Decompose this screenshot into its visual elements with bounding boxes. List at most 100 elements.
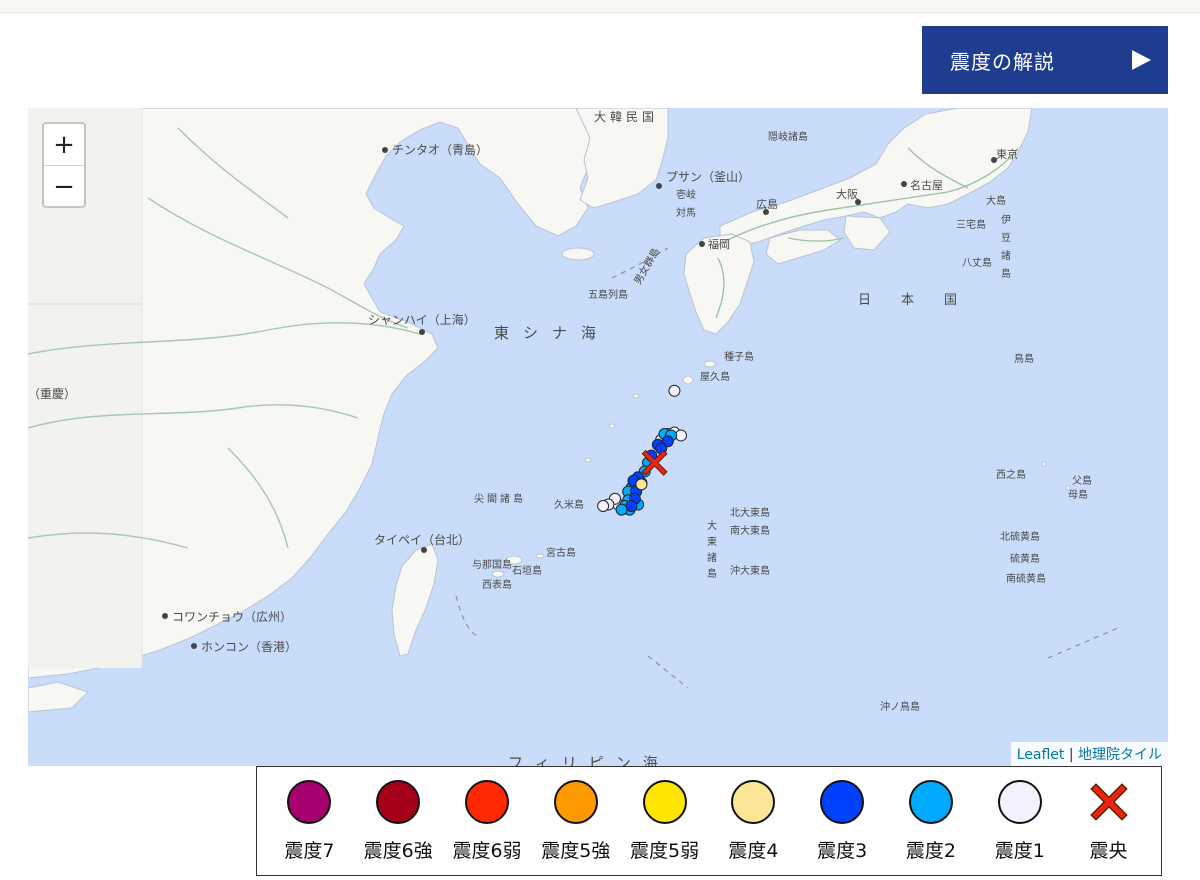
play-arrow-icon — [1132, 50, 1151, 70]
legend-label: 震度7 — [284, 839, 335, 862]
legend-label: 震度4 — [728, 839, 779, 862]
zoom-out-button[interactable]: − — [44, 165, 84, 207]
label-taipei: タイペイ（台北） — [374, 532, 470, 547]
legend-item: 震度5弱 — [622, 779, 708, 863]
label-iki: 壱岐 — [676, 188, 696, 201]
label-izu-oshima: 大島 — [986, 194, 1006, 207]
intensity-6-lower-swatch — [464, 779, 509, 824]
label-iriomote: 西表島 — [482, 578, 512, 591]
intensity-marker[interactable] — [615, 503, 628, 516]
legend-item: 震度7 — [266, 779, 352, 863]
label-korea: 大韓民国 — [594, 110, 658, 124]
label-osaka: 大阪 — [836, 187, 858, 201]
label-kitadaito: 北大東島 — [730, 506, 770, 519]
legend-item: 震度6強 — [355, 779, 441, 863]
legend-item: 震度4 — [710, 779, 796, 863]
legend-item: 震央 — [1066, 780, 1152, 863]
sea-boundaries — [455, 247, 1119, 689]
jeju-land — [561, 247, 595, 261]
label-danjo: 男女群島 — [631, 245, 662, 286]
zoom-control: + − — [42, 122, 86, 208]
legend-item: 震度5強 — [533, 779, 619, 863]
gsi-tiles-link[interactable]: 地理院タイル — [1078, 747, 1162, 763]
label-qingdao: チンタオ（青島） — [392, 142, 488, 157]
legend-label: 震度2 — [905, 839, 957, 862]
shindo-explanation-button[interactable]: 震度の解説 — [922, 26, 1168, 94]
label-hiroshima: 広島 — [756, 197, 778, 211]
label-miyakejima: 三宅島 — [956, 218, 986, 231]
intensity-marker[interactable] — [635, 478, 648, 491]
label-nishinoshima: 西之島 — [996, 468, 1026, 481]
label-philippine-sea: フィリピン海 — [508, 754, 670, 766]
attribution-separator: | — [1068, 747, 1074, 763]
intensity-marker[interactable] — [675, 429, 687, 442]
label-ishigaki: 石垣島 — [512, 564, 542, 577]
intensity-marker[interactable] — [597, 500, 610, 512]
taiwan-land — [391, 543, 439, 657]
legend-label: 震度5強 — [541, 839, 611, 862]
legend-item: 震度1 — [977, 779, 1063, 863]
intensity-marker[interactable] — [625, 500, 638, 512]
legend-item: 震度6弱 — [444, 779, 530, 863]
label-chongqing: （重慶） — [28, 387, 76, 401]
label-chichijima: 父島 — [1072, 474, 1092, 487]
legend-label: 震度6弱 — [452, 839, 522, 862]
label-minamiiwo: 南硫黄島 — [1006, 572, 1046, 585]
label-izu-islands: 伊豆諸島 — [999, 214, 1011, 286]
legend-label: 震央 — [1089, 839, 1128, 862]
intensity-6-upper-swatch — [376, 779, 421, 824]
intensity-5-lower-swatch — [642, 779, 687, 824]
intensity-marker-layer — [597, 384, 687, 516]
zoom-in-button[interactable]: + — [44, 124, 84, 165]
label-shanghai: シャンハイ（上海） — [368, 312, 476, 327]
intensity-1-swatch — [997, 779, 1042, 824]
label-goto: 五島列島 — [588, 288, 628, 301]
label-east-china-sea: 東シナ海 — [494, 324, 610, 342]
map-view[interactable]: 大韓民国 チンタオ（青島） プサン（釜山） シャンハイ（上海） 東シナ海 （重慶… — [28, 108, 1168, 766]
map-basemap: 大韓民国 チンタオ（青島） プサン（釜山） シャンハイ（上海） 東シナ海 （重慶… — [28, 108, 1119, 766]
legend-item: 震度2 — [888, 779, 974, 863]
label-yakushima: 屋久島 — [700, 370, 730, 383]
label-hahajima: 母島 — [1068, 488, 1088, 501]
label-japan: 日本国 — [858, 293, 987, 308]
intensity-legend: 震度7 震度6強 震度6弱 震度5強 震度5弱 震度4 震度3 震度2 震度1 … — [256, 766, 1162, 876]
intensity-5-upper-swatch — [553, 779, 598, 824]
legend-label: 震度3 — [817, 839, 868, 862]
label-busan: プサン（釜山） — [666, 169, 750, 184]
label-iwo: 硫黄島 — [1010, 552, 1040, 565]
label-tokyo: 東京 — [996, 147, 1018, 161]
label-guangzhou: コワンチョウ（広州） — [172, 610, 292, 624]
label-kitaiwo: 北硫黄島 — [1000, 530, 1040, 543]
label-miyako: 宮古島 — [546, 546, 576, 559]
legend-label: 震度1 — [994, 839, 1045, 862]
label-tsushima: 対馬 — [676, 206, 696, 219]
kii-land — [843, 215, 891, 251]
leaflet-link[interactable]: Leaflet — [1017, 747, 1065, 763]
intensity-marker[interactable] — [668, 384, 681, 397]
label-daito-islands: 大東諸島 — [705, 519, 717, 584]
label-nagoya: 名古屋 — [910, 178, 943, 192]
intensity-2-swatch — [908, 779, 953, 824]
epicenter-legend-mark — [1089, 782, 1128, 821]
legend-label: 震度6強 — [363, 839, 433, 862]
label-oki: 隠岐諸島 — [768, 130, 808, 143]
label-kume: 久米島 — [554, 498, 584, 511]
label-hachijojima: 八丈島 — [962, 256, 992, 269]
map-attribution: Leaflet | 地理院タイル — [1010, 742, 1168, 766]
label-fukuoka: 福岡 — [708, 237, 730, 251]
label-minamidaito: 南大東島 — [730, 524, 770, 537]
label-tanegashima: 種子島 — [724, 350, 754, 363]
legend-item: 震度3 — [799, 779, 885, 863]
label-yonaguni: 与那国島 — [472, 558, 512, 571]
label-senkaku: 尖閣諸島 — [474, 492, 526, 505]
label-hongkong: ホンコン（香港） — [201, 640, 297, 654]
intensity-3-swatch — [820, 779, 865, 824]
label-okidaito: 沖大東島 — [730, 564, 770, 577]
label-okinotori: 沖ノ鳥島 — [880, 700, 920, 713]
top-strip — [0, 0, 1200, 13]
shindo-explanation-label: 震度の解説 — [950, 49, 1055, 74]
label-torishima: 鳥島 — [1014, 352, 1034, 365]
intensity-4-swatch — [731, 779, 776, 824]
south-coast-land — [28, 681, 89, 713]
intensity-7-swatch — [287, 779, 332, 824]
